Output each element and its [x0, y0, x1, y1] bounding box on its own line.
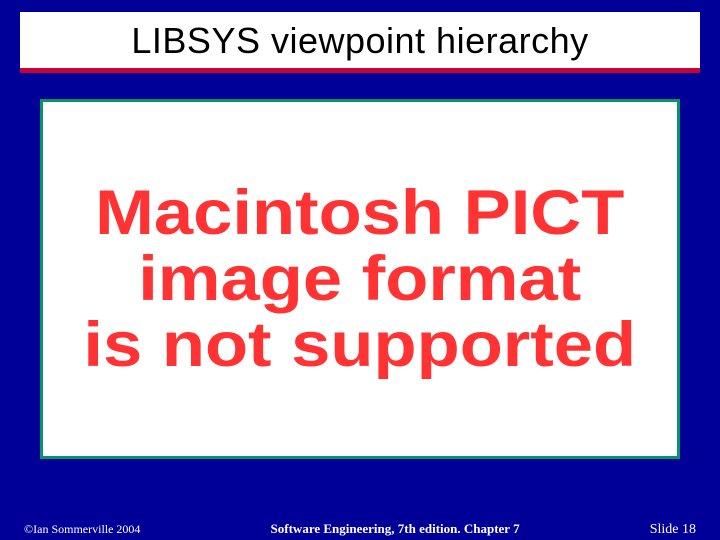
- footer: ©Ian Sommerville 2004 Software Engineeri…: [0, 521, 720, 538]
- unsupported-image-message: Macintosh PICT image format is not suppo…: [84, 180, 637, 378]
- copyright-text: ©Ian Sommerville 2004: [24, 522, 140, 537]
- error-line-3: is not supported: [84, 312, 637, 378]
- content-box: Macintosh PICT image format is not suppo…: [40, 99, 680, 459]
- title-underline: [20, 68, 700, 73]
- footer-center-text: Software Engineering, 7th edition. Chapt…: [271, 521, 520, 537]
- slide-number: Slide 18: [650, 522, 696, 538]
- page-title: LIBSYS viewpoint hierarchy: [20, 20, 700, 62]
- error-line-2: image format: [84, 246, 637, 312]
- error-line-1: Macintosh PICT: [84, 180, 637, 246]
- title-area: LIBSYS viewpoint hierarchy: [20, 12, 700, 68]
